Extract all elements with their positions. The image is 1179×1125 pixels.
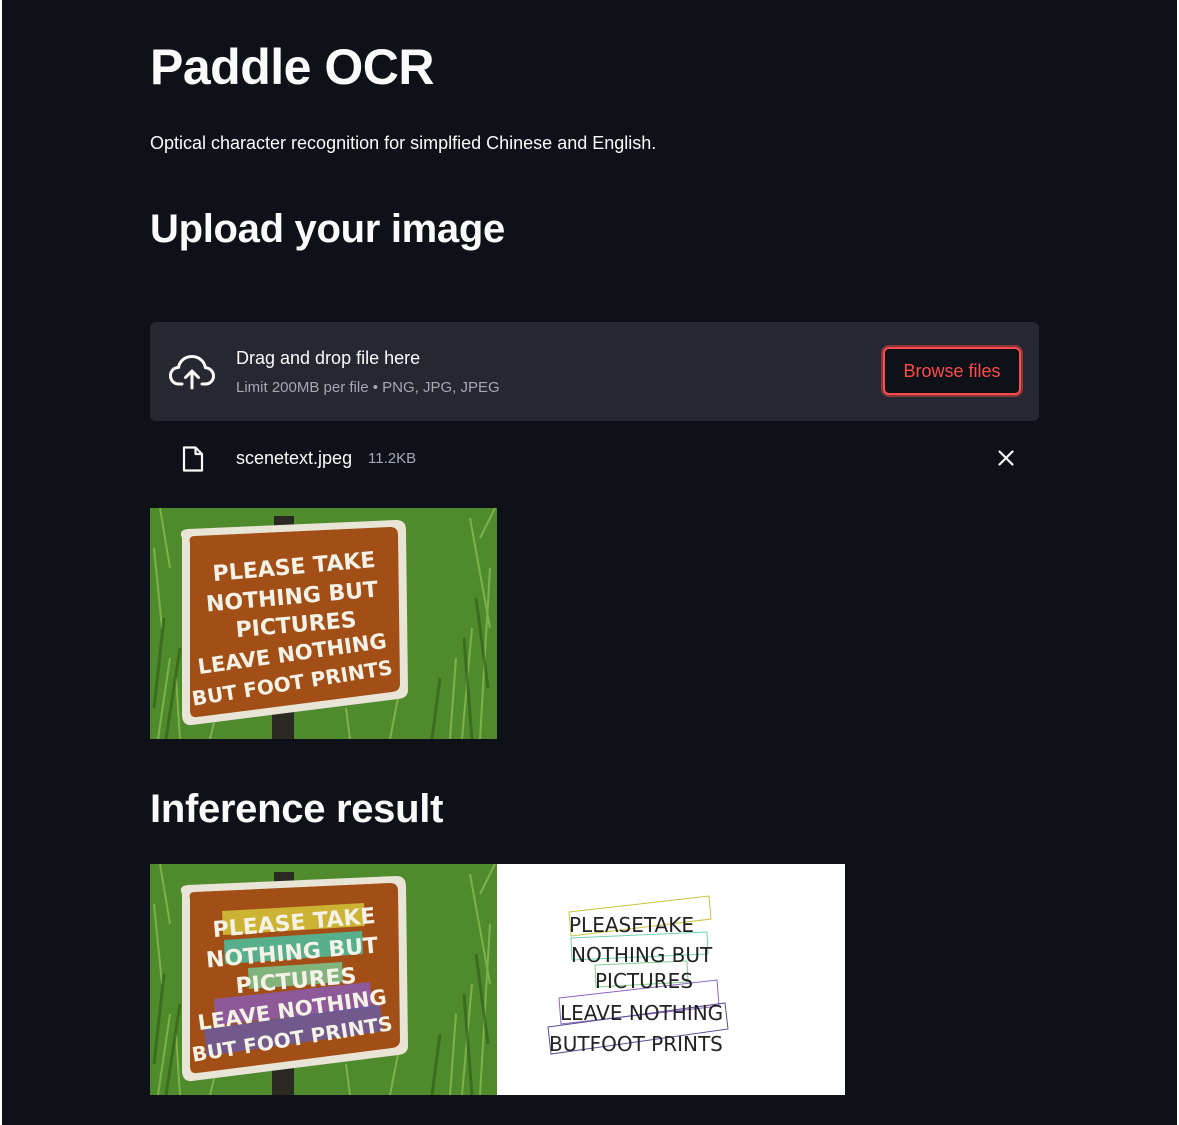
dropzone-instructions: Drag and drop file here (236, 348, 421, 368)
recognized-line: BUTFOOT PRINTS (549, 1032, 723, 1056)
recognized-line: PICTURES (595, 969, 693, 993)
uploaded-image-preview: PLEASE TAKE NOTHING BUT PICTURES LEAVE N… (150, 508, 497, 739)
recognized-line: PLEASETAKE (569, 913, 694, 937)
inference-annotated-image: PLEASE TAKE NOTHING BUT PICTURES LEAVE N… (150, 864, 497, 1095)
uploaded-file-row: scenetext.jpeg 11.2KB (150, 436, 1039, 480)
file-name: scenetext.jpeg (236, 448, 353, 468)
dropzone-limit: Limit 200MB per file • PNG, JPG, JPEG (236, 379, 500, 396)
cloud-upload-icon (169, 355, 215, 390)
page-subtitle: Optical character recognition for simplf… (150, 133, 657, 153)
file-dropzone[interactable]: Drag and drop file here Limit 200MB per … (150, 322, 1039, 421)
file-size: 11.2KB (368, 450, 417, 467)
inference-heading: Inference result (150, 787, 444, 831)
upload-heading: Upload your image (150, 207, 505, 251)
browse-files-button[interactable]: Browse files (883, 347, 1021, 395)
page-title: Paddle OCR (150, 39, 434, 95)
close-icon[interactable] (994, 446, 1018, 470)
recognized-line: NOTHING BUT (571, 943, 713, 967)
app-container: Paddle OCR Optical character recognition… (2, 0, 1177, 1125)
recognized-line: LEAVE NOTHING (560, 1001, 723, 1025)
recognized-text-panel: PLEASETAKE NOTHING BUT PICTURES LEAVE NO… (497, 864, 845, 1095)
file-icon (182, 446, 204, 472)
